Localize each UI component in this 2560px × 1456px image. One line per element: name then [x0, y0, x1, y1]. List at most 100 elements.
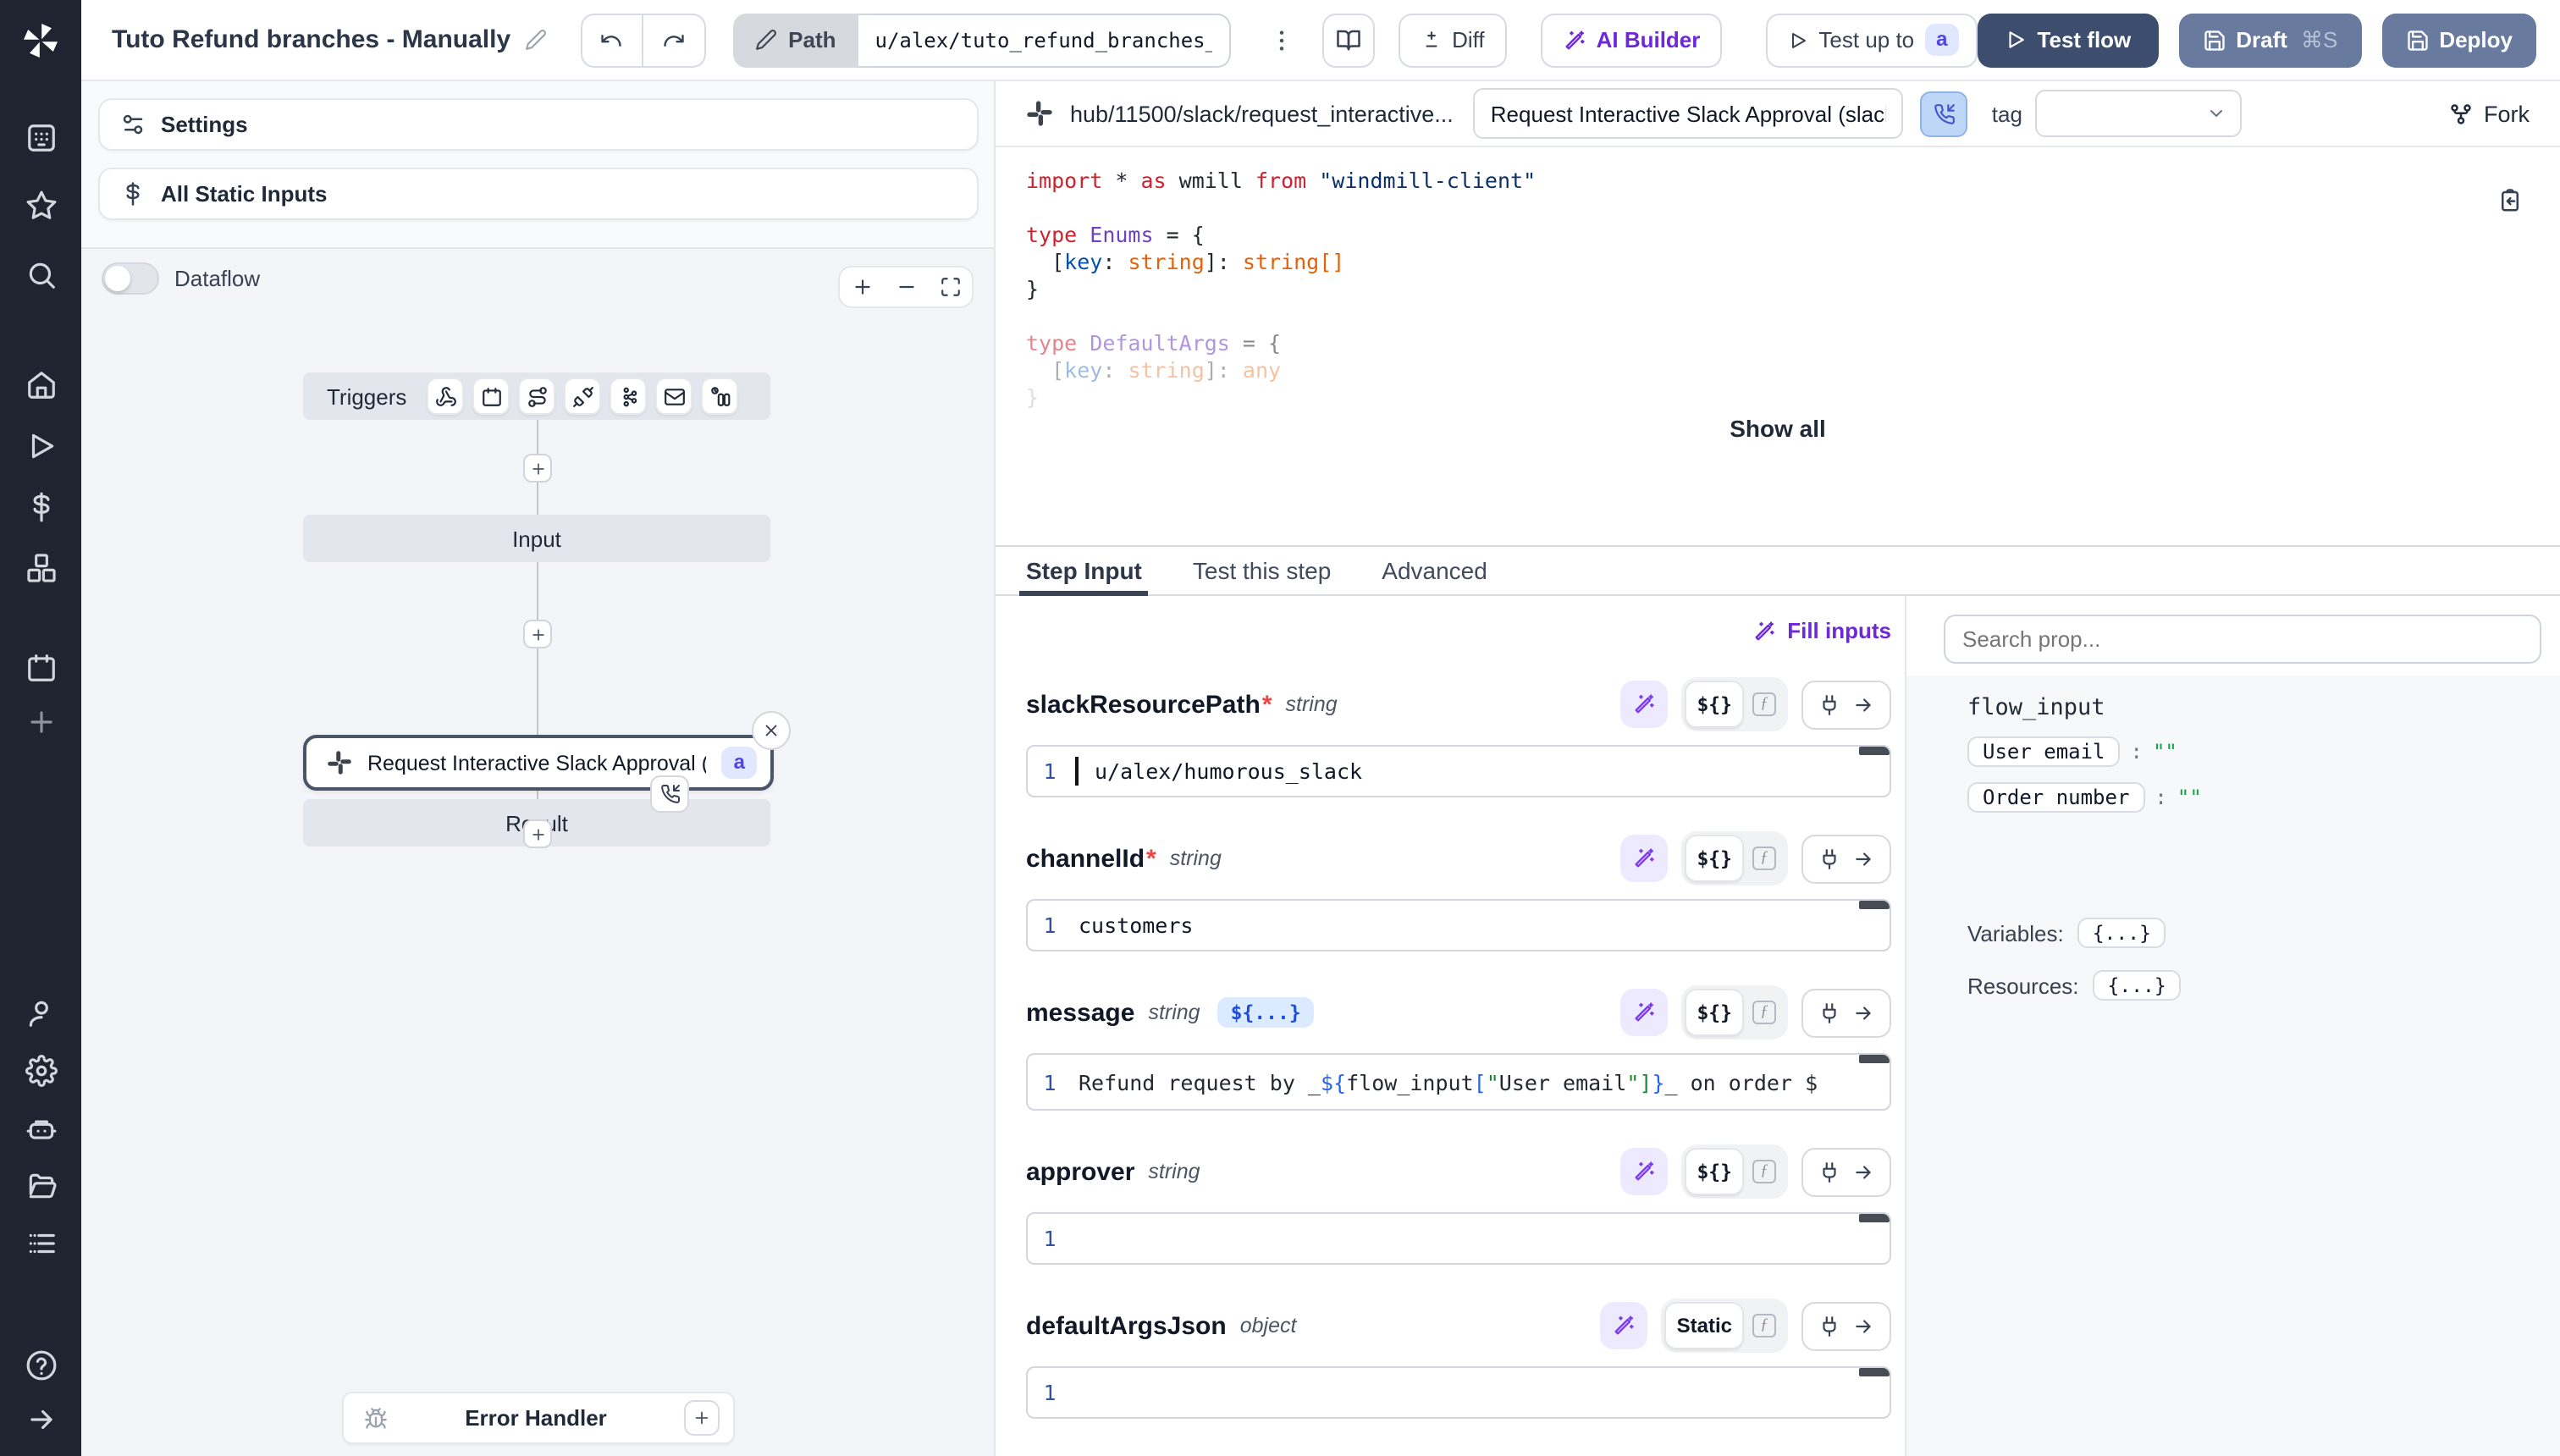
fork-button[interactable]: Fork — [2448, 101, 2530, 126]
deploy-button[interactable]: Deploy — [2381, 13, 2536, 67]
scheduled-poll-trigger-icon[interactable] — [701, 378, 738, 415]
connect-input-button[interactable] — [1801, 1301, 1891, 1350]
ai-builder-button[interactable]: AI Builder — [1541, 13, 1723, 67]
flow-input-root[interactable]: flow_input — [1967, 694, 2560, 721]
resources-boxes-icon[interactable] — [0, 552, 81, 584]
apps-grid-icon[interactable] — [0, 122, 81, 154]
field-value-editor[interactable]: 1 u/alex/humorous_slack — [1026, 745, 1891, 797]
schedules-calendar-icon[interactable] — [0, 652, 81, 684]
triggers-node[interactable]: Triggers — [303, 372, 770, 420]
runs-play-icon[interactable] — [0, 430, 81, 462]
windmill-logo[interactable] — [0, 0, 81, 81]
draft-button[interactable]: Draft ⌘S — [2178, 13, 2361, 67]
diff-button[interactable]: Diff — [1398, 13, 1507, 67]
resources-chip[interactable]: {...} — [2093, 970, 2182, 1001]
ai-generate-button[interactable] — [1620, 835, 1668, 882]
webhook-trigger-icon[interactable] — [427, 378, 464, 415]
ai-generate-button[interactable] — [1620, 681, 1668, 728]
input-mode-toggle[interactable]: Static ƒ — [1662, 1299, 1788, 1353]
docs-book-button[interactable] — [1322, 13, 1375, 67]
schedule-trigger-icon[interactable] — [472, 378, 510, 415]
suspend-approval-toggle[interactable] — [1921, 91, 1968, 136]
search-icon[interactable] — [0, 259, 81, 291]
help-icon[interactable] — [0, 1349, 81, 1382]
folders-icon[interactable] — [0, 1170, 81, 1202]
field-value-editor[interactable]: 1 — [1026, 1212, 1891, 1265]
clipboard-paste-icon[interactable] — [2497, 188, 2523, 213]
editor-scrollbar[interactable] — [1859, 901, 1890, 909]
step-editor-panel: hub/11500/slack/request_interactive... t… — [996, 81, 2560, 1456]
arrow-right-icon — [1852, 1315, 1874, 1337]
fill-inputs-button[interactable]: Fill inputs — [1026, 618, 1891, 643]
remove-step-button[interactable] — [752, 711, 791, 750]
insert-step-button[interactable] — [523, 620, 552, 648]
connect-input-button[interactable] — [1801, 988, 1891, 1037]
tab-test-this-step[interactable]: Test this step — [1193, 547, 1331, 594]
path-input[interactable] — [858, 13, 1231, 67]
prop-key-chip[interactable]: User email — [1967, 736, 2121, 767]
fx-icon[interactable]: ƒ — [1744, 1314, 1785, 1337]
redo-button[interactable] — [643, 13, 705, 67]
code-editor[interactable]: import * as wmill from "windmill-client"… — [996, 147, 2560, 547]
kafka-trigger-icon[interactable] — [610, 378, 647, 415]
tab-step-input[interactable]: Step Input — [1026, 547, 1142, 594]
settings-gear-icon[interactable] — [0, 1055, 81, 1087]
search-prop-input[interactable] — [1944, 615, 2541, 664]
http-route-trigger-icon[interactable] — [518, 378, 555, 415]
ai-generate-button[interactable] — [1601, 1302, 1648, 1349]
field-value-editor[interactable]: 1 customers — [1026, 899, 1891, 951]
edit-title-icon[interactable] — [524, 29, 546, 51]
audit-list-icon[interactable] — [0, 1227, 81, 1260]
websocket-trigger-icon[interactable] — [564, 378, 601, 415]
fx-icon[interactable]: ƒ — [1744, 847, 1785, 870]
flow-settings-button[interactable]: Settings — [98, 98, 979, 151]
input-node[interactable]: Input — [303, 515, 770, 562]
input-mode-toggle[interactable]: ${} ƒ — [1681, 985, 1788, 1040]
field-value-editor[interactable]: 1 Refund request by _${flow_input["User … — [1026, 1053, 1891, 1111]
user-icon[interactable] — [0, 997, 81, 1029]
email-trigger-icon[interactable] — [655, 378, 692, 415]
error-handler-node[interactable]: Error Handler — [342, 1392, 735, 1444]
add-error-handler-button[interactable] — [684, 1400, 720, 1436]
suspend-approval-icon[interactable] — [650, 775, 689, 813]
ai-generate-button[interactable] — [1620, 989, 1668, 1036]
home-icon[interactable] — [0, 369, 81, 401]
variables-chip[interactable]: {...} — [2077, 918, 2166, 948]
input-mode-toggle[interactable]: ${} ƒ — [1681, 677, 1788, 731]
show-all-code-button[interactable]: Show all — [1719, 413, 1836, 444]
insert-step-button[interactable] — [523, 454, 552, 483]
all-static-inputs-button[interactable]: All Static Inputs — [98, 168, 979, 220]
fx-icon[interactable]: ƒ — [1744, 1001, 1785, 1024]
variables-dollar-icon[interactable] — [0, 491, 81, 523]
editor-scrollbar[interactable] — [1859, 1368, 1890, 1376]
add-plus-icon[interactable] — [0, 706, 81, 738]
fx-icon[interactable]: ƒ — [1744, 692, 1785, 716]
tab-advanced[interactable]: Advanced — [1382, 547, 1487, 594]
connect-input-button[interactable] — [1801, 1147, 1891, 1196]
expand-arrow-icon[interactable] — [0, 1404, 81, 1436]
fx-icon[interactable]: ƒ — [1744, 1160, 1785, 1183]
input-mode-toggle[interactable]: ${} ƒ — [1681, 831, 1788, 885]
field-name: channelId — [1026, 844, 1145, 873]
favorites-star-icon[interactable] — [0, 190, 81, 222]
workers-robot-icon[interactable] — [0, 1112, 81, 1144]
prop-key-chip[interactable]: Order number — [1967, 782, 2144, 813]
insert-step-button[interactable] — [523, 819, 552, 848]
slack-approval-step-node[interactable]: Request Interactive Slack Approval (... … — [303, 735, 774, 791]
test-up-to-button[interactable]: Test up to a — [1766, 13, 1978, 67]
ai-generate-button[interactable] — [1620, 1148, 1668, 1195]
editor-scrollbar[interactable] — [1859, 747, 1890, 755]
editor-scrollbar[interactable] — [1859, 1055, 1890, 1063]
tag-select[interactable] — [2036, 90, 2243, 137]
test-flow-button[interactable]: Test flow — [1978, 13, 2159, 67]
step-name-input[interactable] — [1474, 88, 1904, 139]
input-mode-toggle[interactable]: ${} ƒ — [1681, 1144, 1788, 1199]
more-menu-icon[interactable] — [1268, 26, 1295, 53]
connect-input-button[interactable] — [1801, 834, 1891, 883]
field-value-editor[interactable]: 1 — [1026, 1366, 1891, 1419]
editor-scrollbar[interactable] — [1859, 1214, 1890, 1222]
path-field: Path — [732, 13, 1230, 67]
undo-button[interactable] — [580, 13, 643, 67]
connect-input-button[interactable] — [1801, 680, 1891, 729]
hub-script-path[interactable]: hub/11500/slack/request_interactive... — [1070, 101, 1454, 126]
